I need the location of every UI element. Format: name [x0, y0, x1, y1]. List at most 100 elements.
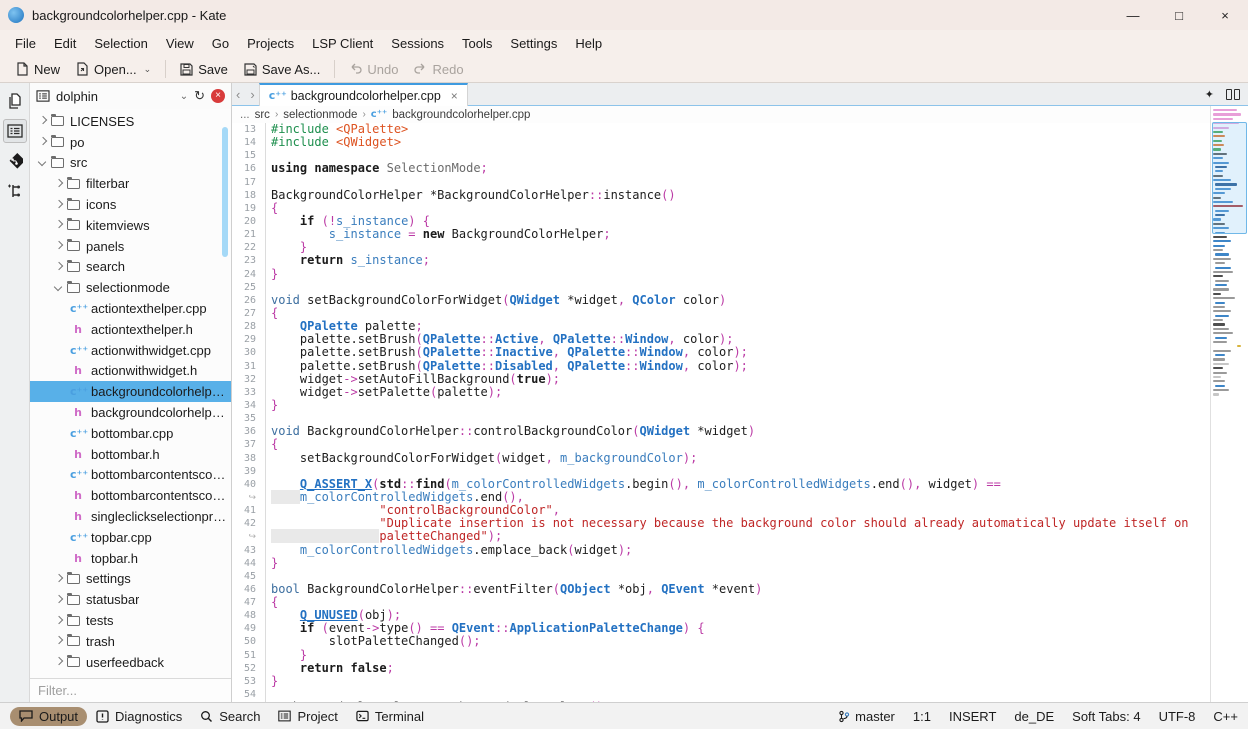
quick-open-icon[interactable]: ✦ [1205, 88, 1214, 101]
menu-item-file[interactable]: File [6, 33, 45, 54]
breadcrumb-item-src[interactable]: src [255, 109, 270, 121]
tree-folder-filterbar[interactable]: filterbar [30, 173, 231, 194]
project-dropdown-chevron-icon[interactable]: ⌄ [180, 91, 188, 102]
tree-file-topbar-cpp[interactable]: c⁺⁺topbar.cpp [30, 527, 231, 548]
tree-folder-po[interactable]: po [30, 132, 231, 153]
tree-file-actiontexthelper-h[interactable]: hactiontexthelper.h [30, 319, 231, 340]
tree-file-actionwithwidget-cpp[interactable]: c⁺⁺actionwithwidget.cpp [30, 340, 231, 361]
tree-folder-src[interactable]: src [30, 153, 231, 174]
code-line[interactable]: 50 slotPaletteChanged(); [232, 635, 1210, 648]
project-panel-button[interactable]: Project [269, 707, 346, 726]
tree-file-backgroundcolorhelper-c---[interactable]: c⁺⁺backgroundcolorhelper.c... [30, 381, 231, 402]
code-line[interactable]: 43 m_colorControlledWidgets.emplace_back… [232, 544, 1210, 557]
chevron-right-icon[interactable] [54, 574, 64, 584]
tree-folder-icons[interactable]: icons [30, 194, 231, 215]
menu-item-settings[interactable]: Settings [501, 33, 566, 54]
symbols-tool-button[interactable] [3, 179, 27, 203]
input-mode[interactable]: INSERT [949, 709, 996, 724]
open-dropdown-chevron-icon[interactable]: ⌄ [144, 64, 152, 75]
tab-close-icon[interactable]: × [451, 89, 458, 103]
menu-item-projects[interactable]: Projects [238, 33, 303, 54]
chevron-right-icon[interactable] [54, 636, 64, 646]
git-branch-indicator[interactable]: master [838, 709, 895, 724]
diagnostics-panel-button[interactable]: Diagnostics [87, 707, 191, 726]
code-line[interactable]: 33 widget->setPalette(palette); [232, 386, 1210, 399]
tree-scrollbar[interactable] [222, 127, 228, 257]
split-view-icon[interactable] [1226, 89, 1240, 100]
tree-file-backgroundcolorhelper-h[interactable]: hbackgroundcolorhelper.h [30, 402, 231, 423]
code-line[interactable]: 21 s_instance = new BackgroundColorHelpe… [232, 228, 1210, 241]
code-line[interactable]: 18BackgroundColorHelper *BackgroundColor… [232, 189, 1210, 202]
chevron-right-icon[interactable] [54, 179, 64, 189]
redo-button[interactable]: Redo [406, 59, 471, 80]
chevron-right-icon[interactable] [38, 137, 48, 147]
chevron-right-icon[interactable] [54, 241, 64, 251]
menu-item-selection[interactable]: Selection [85, 33, 156, 54]
tree-folder-settings[interactable]: settings [30, 569, 231, 590]
new-button[interactable]: New [8, 59, 68, 80]
chevron-right-icon[interactable] [54, 657, 64, 667]
tree-folder-search[interactable]: search [30, 257, 231, 278]
chevron-right-icon[interactable] [38, 116, 48, 126]
code-line[interactable]: 23 return s_instance; [232, 254, 1210, 267]
tree-folder-statusbar[interactable]: statusbar [30, 589, 231, 610]
search-panel-button[interactable]: Search [191, 707, 269, 726]
menu-item-sessions[interactable]: Sessions [382, 33, 453, 54]
code-line[interactable]: 16using namespace SelectionMode; [232, 162, 1210, 175]
chevron-right-icon[interactable] [54, 220, 64, 230]
refresh-icon[interactable]: ↻ [194, 88, 205, 104]
git-tool-button[interactable] [3, 149, 27, 173]
menu-item-view[interactable]: View [157, 33, 203, 54]
save-as-button[interactable]: Save As... [236, 59, 329, 80]
tree-file-bottombarcontentscont---[interactable]: hbottombarcontentscont... [30, 485, 231, 506]
maximize-button[interactable]: □ [1156, 0, 1202, 30]
tree-file-bottombar-h[interactable]: hbottombar.h [30, 444, 231, 465]
code-line[interactable]: 38 setBackgroundColorForWidget(widget, m… [232, 452, 1210, 465]
code-line[interactable]: 46bool BackgroundColorHelper::eventFilte… [232, 583, 1210, 596]
file-type[interactable]: C++ [1213, 709, 1238, 724]
menu-item-lsp-client[interactable]: LSP Client [303, 33, 382, 54]
chevron-down-icon[interactable] [54, 283, 64, 293]
chevron-right-icon[interactable] [54, 595, 64, 605]
tree-file-topbar-h[interactable]: htopbar.h [30, 548, 231, 569]
tree-folder-trash[interactable]: trash [30, 631, 231, 652]
tree-folder-userfeedback[interactable]: userfeedback [30, 652, 231, 673]
nav-back-icon[interactable]: ‹ [236, 87, 240, 102]
tab-settings[interactable]: Soft Tabs: 4 [1072, 709, 1140, 724]
tree-folder-tests[interactable]: tests [30, 610, 231, 631]
tree-folder-selectionmode[interactable]: selectionmode [30, 277, 231, 298]
breadcrumb-ellipsis[interactable]: ... [240, 109, 250, 121]
tree-file-actiontexthelper-cpp[interactable]: c⁺⁺actiontexthelper.cpp [30, 298, 231, 319]
tab-backgroundcolorhelper[interactable]: c⁺⁺ backgroundcolorhelper.cpp × [259, 83, 468, 106]
chevron-down-icon[interactable] [38, 158, 48, 168]
code-line[interactable]: 26void setBackgroundColorForWidget(QWidg… [232, 294, 1210, 307]
tree-file-bottombar-cpp[interactable]: c⁺⁺bottombar.cpp [30, 423, 231, 444]
minimap-scrollbar[interactable] [1210, 106, 1248, 702]
dictionary-locale[interactable]: de_DE [1014, 709, 1054, 724]
code-line[interactable]: 14#include <QWidget> [232, 136, 1210, 149]
tree-file-actionwithwidget-h[interactable]: hactionwithwidget.h [30, 361, 231, 382]
documents-tool-button[interactable] [3, 89, 27, 113]
code-line[interactable]: 44} [232, 557, 1210, 570]
code-line[interactable]: 52 return false; [232, 662, 1210, 675]
menu-item-tools[interactable]: Tools [453, 33, 501, 54]
code-line[interactable]: 55BackgroundColorHelper::BackgroundColor… [232, 701, 1210, 702]
terminal-panel-button[interactable]: Terminal [347, 707, 433, 726]
tree-file-bottombarcontentscont---[interactable]: c⁺⁺bottombarcontentscont... [30, 465, 231, 486]
project-tool-button[interactable] [3, 119, 27, 143]
menu-item-go[interactable]: Go [203, 33, 238, 54]
code-line[interactable]: 34} [232, 399, 1210, 412]
save-button[interactable]: Save [172, 59, 236, 80]
project-name[interactable]: dolphin [56, 89, 98, 104]
tree-folder-panels[interactable]: panels [30, 236, 231, 257]
chevron-right-icon[interactable] [54, 616, 64, 626]
minimap-viewport[interactable] [1212, 122, 1247, 234]
code-line[interactable]: 53} [232, 675, 1210, 688]
nav-forward-icon[interactable]: › [250, 87, 254, 102]
code-line[interactable]: 24} [232, 268, 1210, 281]
minimize-button[interactable]: — [1110, 0, 1156, 30]
filter-input[interactable] [30, 683, 231, 698]
tree-folder-kitemviews[interactable]: kitemviews [30, 215, 231, 236]
cursor-position[interactable]: 1:1 [913, 709, 931, 724]
chevron-right-icon[interactable] [54, 262, 64, 272]
